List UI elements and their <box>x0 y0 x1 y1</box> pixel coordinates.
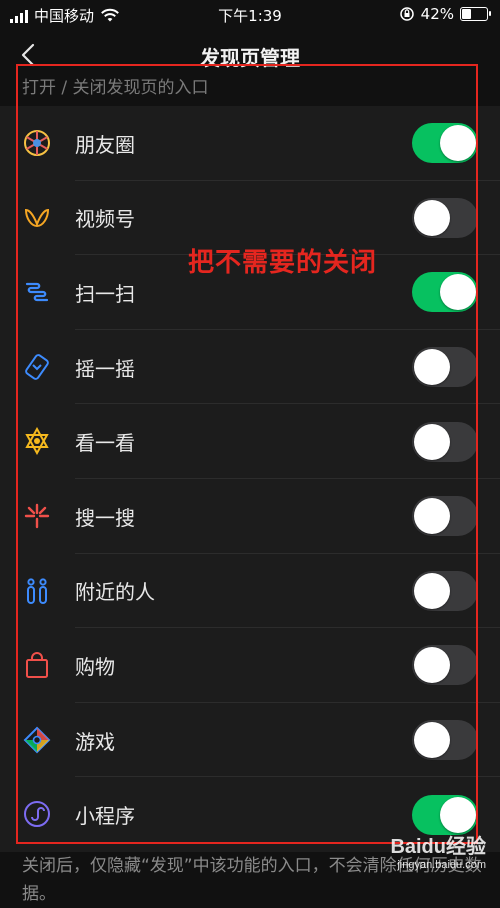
shopping-bag-icon <box>26 652 48 679</box>
page-title: 发现页管理 <box>200 46 300 70</box>
toggle-switch[interactable] <box>412 347 478 388</box>
discover-entries-list: 朋友圈 视频号 扫一扫 摇一摇 看一看 搜一搜 附近的人 购物 游戏 小程序 <box>0 106 500 852</box>
list-item: 附近的人 <box>0 554 500 629</box>
list-item: 朋友圈 <box>0 106 500 181</box>
search-icon <box>24 503 50 529</box>
list-item: 游戏 <box>0 703 500 778</box>
people-nearby-icon <box>27 577 47 604</box>
toggle-switch[interactable] <box>412 720 478 761</box>
shake-icon <box>25 353 49 380</box>
toggle-switch[interactable] <box>412 794 478 835</box>
list-item: 看一看 <box>0 404 500 479</box>
section-header: 打开 / 关闭发现页的入口 <box>22 78 209 98</box>
toggle-switch[interactable] <box>412 570 478 611</box>
item-label: 游戏 <box>75 729 115 754</box>
toggle-switch[interactable] <box>412 197 478 238</box>
battery-percent: 42% <box>420 5 454 23</box>
watermark: Baidu经验 jingyan.baidu.com <box>390 830 486 871</box>
item-label: 摇一摇 <box>75 356 135 381</box>
item-label: 看一看 <box>75 431 135 456</box>
item-label: 附近的人 <box>75 580 155 605</box>
item-label: 视频号 <box>75 207 135 232</box>
games-icon <box>23 726 51 754</box>
toggle-switch[interactable] <box>412 496 478 537</box>
top-stories-icon <box>25 427 49 456</box>
moments-icon <box>24 130 50 156</box>
annotation-text: 把不需要的关闭 <box>188 248 378 278</box>
list-item: 搜一搜 <box>0 479 500 554</box>
orientation-lock-icon <box>399 7 414 21</box>
item-label: 搜一搜 <box>75 505 135 530</box>
toggle-switch[interactable] <box>412 123 478 164</box>
nav-bar: 发现页管理 <box>0 30 500 82</box>
scan-icon <box>25 283 49 302</box>
toggle-switch[interactable] <box>412 272 478 313</box>
item-label: 朋友圈 <box>75 132 135 157</box>
list-item: 购物 <box>0 628 500 703</box>
item-label: 小程序 <box>75 804 135 829</box>
toggle-switch[interactable] <box>412 645 478 686</box>
channels-icon <box>24 208 50 227</box>
item-label: 购物 <box>75 654 115 679</box>
battery-icon <box>460 7 491 21</box>
list-item: 摇一摇 <box>0 330 500 405</box>
status-right: 42% <box>399 5 491 23</box>
toggle-switch[interactable] <box>412 421 478 462</box>
mini-programs-icon <box>24 801 50 828</box>
watermark-logo: Baidu经验 <box>390 836 486 858</box>
item-label: 扫一扫 <box>75 281 135 306</box>
status-bar: 中国移动 下午1:39 42% <box>0 0 500 30</box>
watermark-url: jingyan.baidu.com <box>397 859 486 871</box>
